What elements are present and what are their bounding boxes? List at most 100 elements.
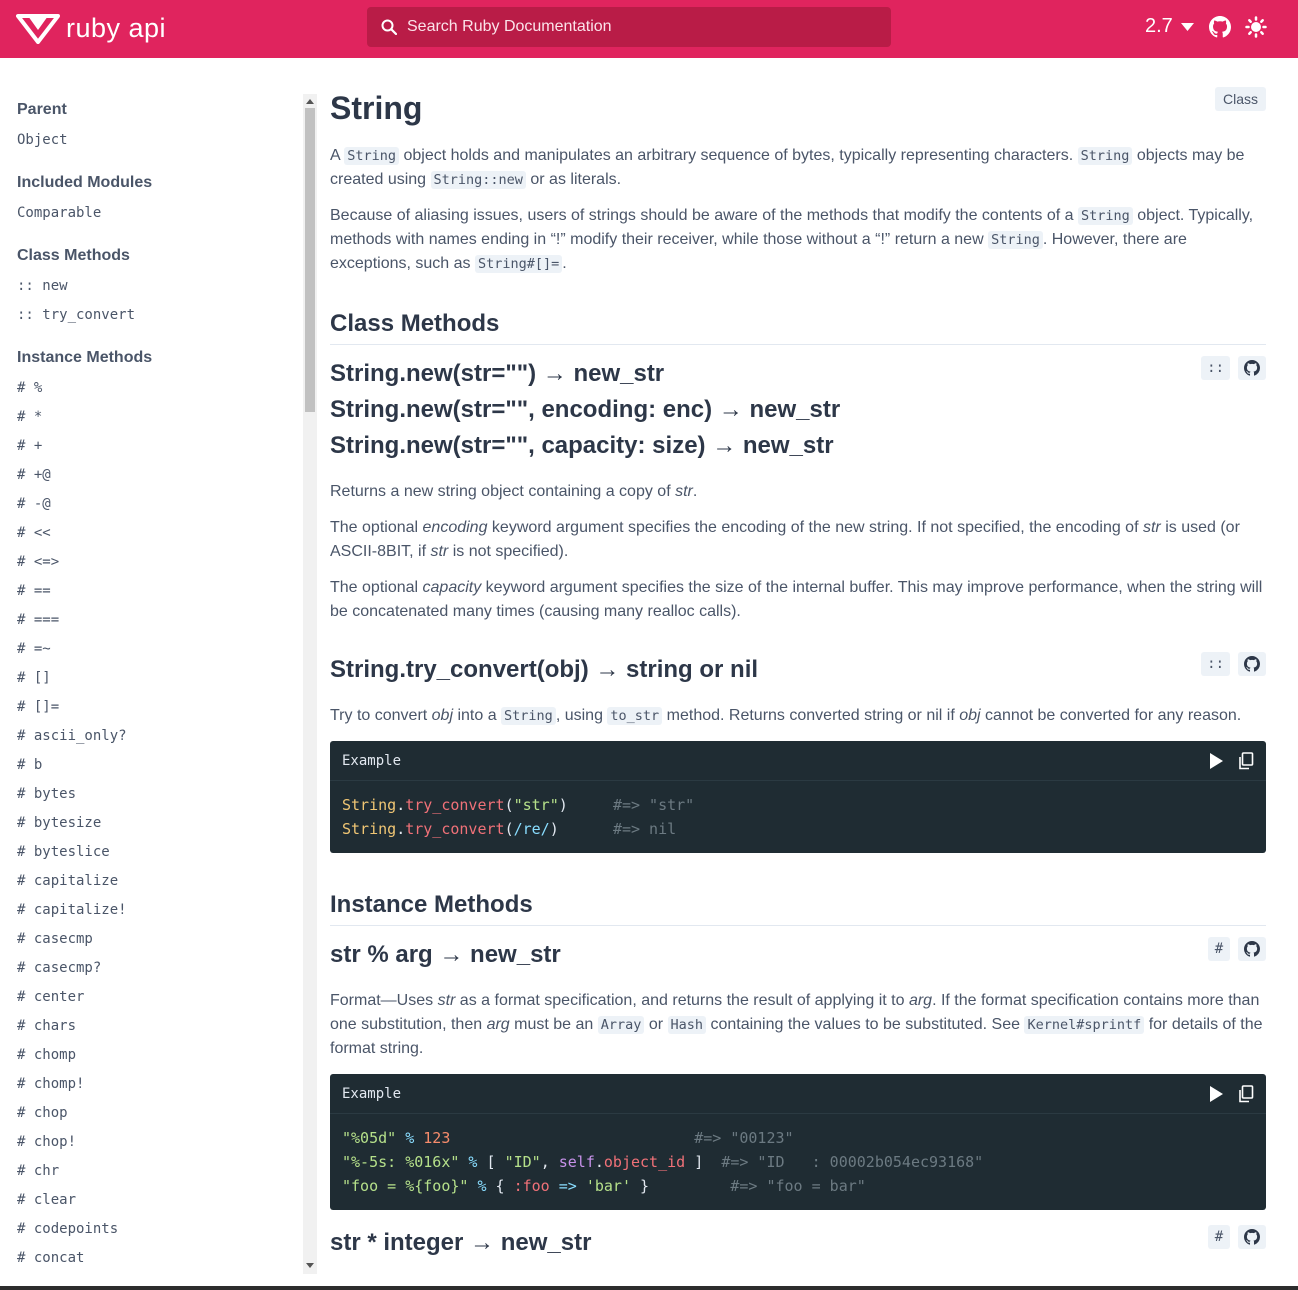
sidebar-item-instance-method[interactable]: # === [17,612,59,628]
method-signature: String.new(str="", capacity: size) → new… [330,432,834,459]
inline-code[interactable]: Hash [667,1016,707,1034]
sidebar-scrollbar[interactable] [303,94,317,1274]
play-icon[interactable] [1208,752,1224,770]
sidebar-item-instance-method[interactable]: # capitalize! [17,902,127,918]
sidebar-item-class-method[interactable]: :: new [17,278,68,294]
sidebar-heading-class-methods: Class Methods [17,247,130,264]
code-block: String.try_convert("str") #=> "str" Stri… [342,796,695,838]
method-description: The optional encoding keyword argument s… [330,519,1240,560]
search-icon [381,19,397,35]
theme-sun-icon[interactable] [1245,16,1267,38]
copy-icon[interactable] [1238,752,1254,770]
page-title: String [330,90,423,126]
sidebar-item-instance-method[interactable]: # codepoints [17,1221,118,1237]
github-icon[interactable] [1209,16,1231,38]
view-source-button[interactable] [1238,937,1266,961]
section-title-class-methods: Class Methods [330,310,1266,345]
sidebar-heading-included: Included Modules [17,174,153,191]
inline-code[interactable]: to_str [607,707,663,725]
version-selector[interactable]: 2.7 [1145,15,1194,38]
bottom-edge [0,1286,1298,1290]
sidebar-item-instance-method[interactable]: # +@ [17,467,51,483]
scroll-down-arrow-icon[interactable] [306,1263,314,1268]
sidebar-item-instance-method[interactable]: # chomp [17,1047,76,1063]
sidebar-item-instance-method[interactable]: # clear [17,1192,76,1208]
method-signature: str % arg → new_str [330,941,561,968]
method-type-badge[interactable]: :: [1201,356,1230,380]
method-signature: String.new(str="") → new_str [330,360,665,387]
sidebar-item-included[interactable]: Comparable [17,205,101,221]
play-icon[interactable] [1208,1085,1224,1103]
kind-badge: Class [1214,87,1266,111]
sidebar-item-instance-method[interactable]: # chr [17,1163,59,1179]
github-icon [1244,1229,1260,1245]
sidebar-item-instance-method[interactable]: # chars [17,1018,76,1034]
sidebar-heading-instance-methods: Instance Methods [17,349,153,366]
sidebar-item-instance-method[interactable]: # concat [17,1250,84,1266]
method-type-badge[interactable]: # [1208,1225,1230,1249]
version-label: 2.7 [1145,15,1173,37]
example-header: Example [330,741,1266,781]
view-source-button[interactable] [1238,1225,1266,1249]
sidebar-item-class-method[interactable]: :: try_convert [17,307,135,323]
method-description: Format—Uses str as a format specificatio… [330,992,1263,1057]
inline-code[interactable]: Array [597,1016,645,1034]
sidebar-item-parent[interactable]: Object [17,132,68,148]
intro-paragraph-1: A String object holds and manipulates an… [330,147,1245,189]
method-type-badge[interactable]: :: [1201,652,1230,676]
top-navbar: ruby api 2.7 [0,0,1298,58]
intro-paragraph-2: Because of aliasing issues, users of str… [330,207,1254,273]
sidebar: Parent Object Included Modules Comparabl… [0,58,303,1286]
sidebar-item-instance-method[interactable]: # -@ [17,496,51,512]
sidebar-item-instance-method[interactable]: # bytesize [17,815,101,831]
sidebar-item-instance-method[interactable]: # casecmp? [17,960,101,976]
sidebar-item-instance-method[interactable]: # center [17,989,84,1005]
inline-code[interactable]: String [344,147,400,165]
sidebar-item-instance-method[interactable]: # casecmp [17,931,93,947]
sidebar-item-instance-method[interactable]: # byteslice [17,844,110,860]
sidebar-heading-parent: Parent [17,101,67,118]
scrollbar-thumb[interactable] [305,108,315,412]
inline-code[interactable]: String [1077,207,1133,225]
sidebar-item-instance-method[interactable]: # == [17,583,51,599]
inline-code[interactable]: String [1077,147,1133,165]
inline-code[interactable]: String::new [430,171,526,189]
copy-icon[interactable] [1238,1085,1254,1103]
chevron-down-icon [1180,22,1194,31]
view-source-button[interactable] [1238,356,1266,380]
inline-code[interactable]: Kernel#sprintf [1024,1016,1145,1034]
sidebar-item-instance-method[interactable]: # capitalize [17,873,118,889]
sidebar-item-instance-method[interactable]: # bytes [17,786,76,802]
method-actions: # [1208,1225,1266,1249]
search-input[interactable] [407,18,867,36]
github-icon [1244,360,1260,376]
sidebar-item-instance-method[interactable]: # [] [17,670,51,686]
sidebar-item-instance-method[interactable]: # * [17,409,42,425]
sidebar-item-instance-method[interactable]: # chop [17,1105,68,1121]
logo-text: ruby api [66,12,167,43]
sidebar-item-instance-method[interactable]: # <=> [17,554,59,570]
logo[interactable]: ruby api [16,10,166,46]
section-title-instance-methods: Instance Methods [330,891,1266,926]
sidebar-item-instance-method[interactable]: # b [17,757,42,773]
inline-code[interactable]: String [501,707,556,725]
sidebar-item-instance-method[interactable]: # chop! [17,1134,76,1150]
scroll-up-arrow-icon[interactable] [306,99,314,104]
view-source-button[interactable] [1238,652,1266,676]
sidebar-item-instance-method[interactable]: # + [17,438,42,454]
sidebar-item-instance-method[interactable]: # << [17,525,51,541]
inline-code[interactable]: String [988,231,1043,249]
method-description: The optional capacity keyword argument s… [330,579,1263,620]
inline-code[interactable]: String#[]= [474,255,563,273]
sidebar-item-instance-method[interactable]: # =~ [17,641,51,657]
method-description: Returns a new string object containing a… [330,483,698,500]
search-box[interactable] [367,7,891,47]
sidebar-item-instance-method[interactable]: # chomp! [17,1076,84,1092]
github-icon [1244,656,1260,672]
sidebar-item-instance-method[interactable]: # % [17,380,42,396]
sidebar-item-instance-method[interactable]: # ascii_only? [17,728,127,744]
example-header: Example [330,1074,1266,1114]
github-icon [1244,941,1260,957]
method-type-badge[interactable]: # [1208,937,1230,961]
sidebar-item-instance-method[interactable]: # []= [17,699,59,715]
